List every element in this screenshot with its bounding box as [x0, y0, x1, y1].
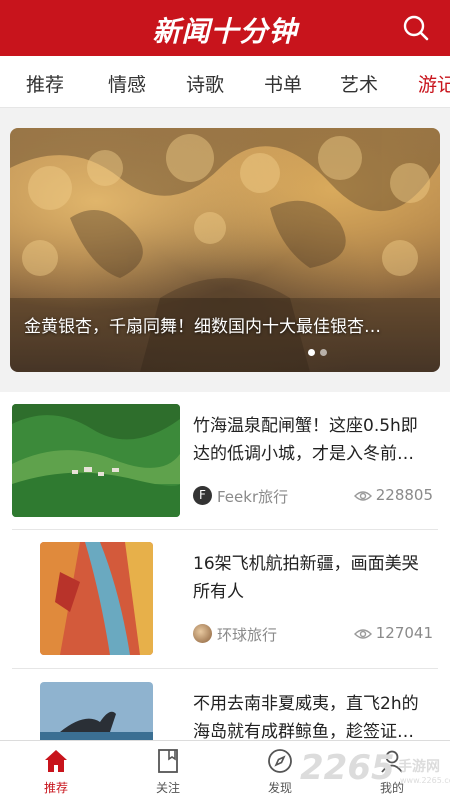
watermark-text: 手游网 — [398, 759, 440, 775]
article-title: 不用去南非夏威夷，直飞2h的海岛就有成群鲸鱼，趁签证… — [193, 694, 419, 740]
view-count: 127041 — [353, 624, 433, 642]
article-meta: 环球旅行 127041 — [193, 624, 433, 644]
tab-travel[interactable]: 游记 — [418, 70, 450, 97]
tab-booklist[interactable]: 书单 — [264, 70, 302, 97]
source-avatar — [193, 624, 212, 643]
list-item[interactable]: 16架飞机航拍新疆，画面美哭所有人 环球旅行 127041 — [0, 542, 450, 670]
eye-icon — [353, 629, 372, 639]
nav-home[interactable]: 推荐 — [16, 747, 96, 796]
article-thumbnail — [12, 404, 180, 517]
app-header: 新闻十分钟 — [0, 0, 450, 56]
tab-poetry[interactable]: 诗歌 — [186, 70, 224, 97]
feed-divider — [12, 668, 438, 669]
search-icon — [403, 15, 429, 41]
nav-home-label: 推荐 — [43, 781, 68, 795]
article-thumbnail — [40, 542, 153, 655]
article-title: 16架飞机航拍新疆，画面美哭所有人 — [193, 554, 419, 602]
tab-recommend[interactable]: 推荐 — [26, 70, 64, 97]
article-source: Feekr旅行 — [217, 488, 289, 506]
watermark-number: 2265 — [300, 748, 395, 788]
source-avatar: F — [193, 486, 212, 505]
list-item[interactable]: 竹海温泉配闸蟹！这座0.5h即达的低调小城，才是入冬前… F Feekr旅行 2… — [0, 404, 450, 532]
list-item[interactable]: 不用去南非夏威夷，直飞2h的海岛就有成群鲸鱼，趁签证… — [0, 682, 450, 740]
compass-icon — [268, 749, 292, 773]
carousel-dot — [320, 349, 327, 356]
article-meta: F Feekr旅行 228805 — [193, 486, 433, 506]
watermark: 2265 手游网 www.2265.com — [300, 748, 450, 792]
nav-follow-label: 关注 — [155, 781, 180, 795]
watermark-url: www.2265.com — [400, 776, 450, 785]
view-count: 228805 — [353, 486, 433, 504]
view-count-value: 228805 — [375, 486, 433, 504]
carousel-dot — [308, 349, 315, 356]
tab-art[interactable]: 艺术 — [340, 70, 378, 97]
article-thumbnail — [40, 682, 153, 740]
home-icon — [45, 750, 67, 772]
article-source: 环球旅行 — [217, 626, 278, 644]
app-title: 新闻十分钟 — [152, 15, 298, 48]
eye-icon — [353, 491, 372, 501]
feed-divider — [12, 529, 438, 530]
banner-caption: 金黄银杏，千扇同舞！细数国内十大最佳银杏… — [24, 317, 381, 337]
view-count-value: 127041 — [375, 624, 433, 642]
tab-emotion[interactable]: 情感 — [108, 70, 146, 97]
nav-follow[interactable]: 关注 — [128, 747, 208, 796]
search-button[interactable] — [402, 14, 430, 42]
bookmark-icon — [158, 749, 178, 773]
banner-carousel[interactable]: 金黄银杏，千扇同舞！细数国内十大最佳银杏… — [10, 128, 440, 372]
article-title: 竹海温泉配闸蟹！这座0.5h即达的低调小城，才是入冬前… — [193, 416, 418, 464]
category-tabs: 推荐 情感 诗歌 书单 艺术 游记 — [0, 56, 450, 108]
carousel-indicator — [308, 341, 332, 360]
